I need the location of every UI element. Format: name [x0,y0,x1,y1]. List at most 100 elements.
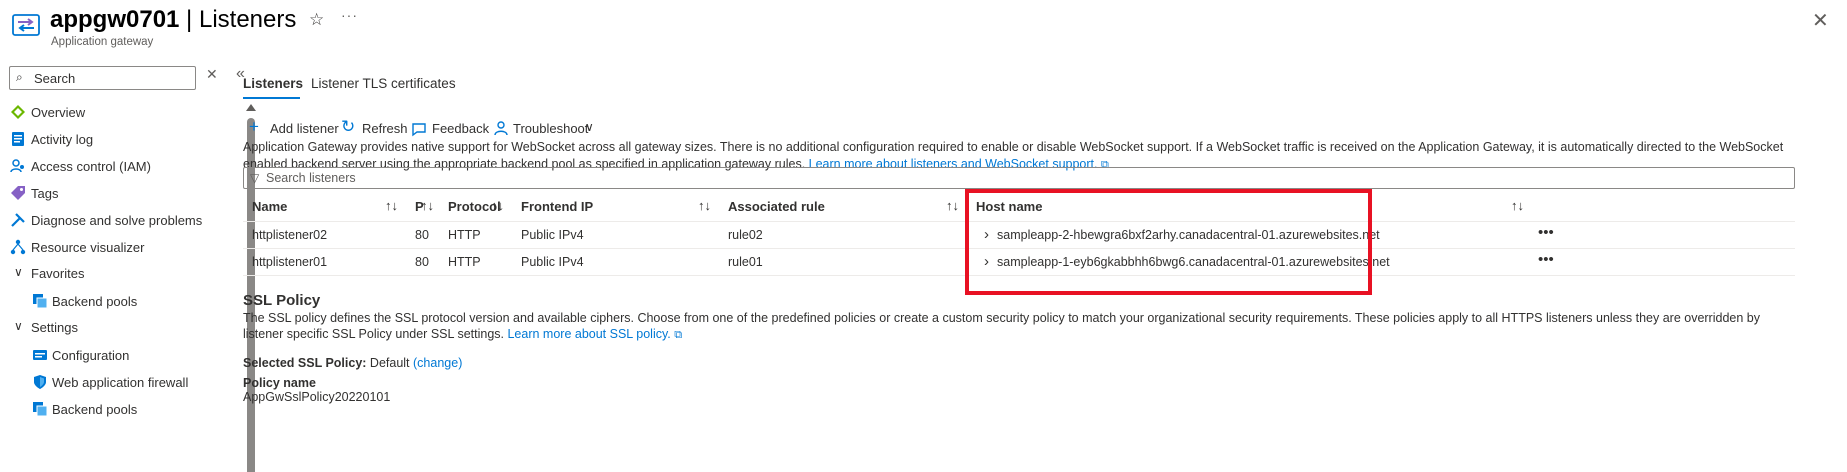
sort-icon[interactable]: ↑↓ [421,198,434,213]
tag-icon [11,186,25,200]
menu-item-access-control[interactable]: Access control (IAM) [0,152,240,180]
menu-item-diagnose[interactable]: Diagnose and solve problems [0,206,240,234]
highlight-box [965,189,1372,295]
external-link-icon: ⧉ [674,329,683,341]
resource-name: appgw0701 [50,6,180,33]
tab-listener-tls-certificates[interactable]: Listener TLS certificates [311,76,456,91]
resource-menu: ⌕ ✕ « Overview Activity log Access contr… [0,62,260,472]
cell-frontend-ip: Public IPv4 [521,255,584,269]
ssl-learn-more-link[interactable]: Learn more about SSL policy. [507,327,670,341]
blade-header: appgw0701 | Listeners Application gatewa… [0,0,1847,52]
menu-item-label: Configuration [52,348,130,363]
configuration-icon [33,350,47,360]
cell-name: httplistener02 [252,228,328,242]
column-header-name[interactable]: Name [252,199,287,214]
activity-log-icon [12,132,24,146]
menu-search[interactable]: ⌕ [9,66,196,90]
menu-item-backend-pools[interactable]: Backend pools [0,395,240,423]
feedback-icon [412,123,426,137]
troubleshoot-label: Troubleshoot [513,121,589,136]
search-icon: ⌕ [16,70,23,84]
add-listener-label: Add listener [270,121,339,136]
selected-ssl-policy-value: Default [369,356,410,370]
sort-icon[interactable]: ↑↓ [385,198,398,213]
backend-pool-icon [33,402,48,417]
refresh-icon: ↻ [341,117,356,136]
search-listeners-input[interactable] [266,170,866,186]
menu-item-tags[interactable]: Tags [0,179,240,207]
menu-item-overview[interactable]: Overview [0,98,240,126]
menu-group-label: Favorites [31,266,85,281]
add-icon: + [249,117,259,136]
clear-search-icon[interactable]: ✕ [206,66,218,83]
menu-item-label: Backend pools [52,294,138,309]
menu-item-configuration[interactable]: Configuration [0,341,240,369]
scroll-up-arrow[interactable] [246,104,256,111]
title-separator: | [179,6,199,33]
cell-protocol: HTTP [448,255,481,269]
iam-icon [10,159,24,173]
selected-ssl-policy-label: Selected SSL Policy: [243,356,367,370]
menu-item-backend-pools-favorite[interactable]: Backend pools [0,287,240,315]
selected-ssl-policy: Selected SSL Policy: Default (change) [243,356,462,370]
menu-item-label: Diagnose and solve problems [31,213,203,228]
sort-icon[interactable]: ↑↓ [946,198,959,213]
page-title: appgw0701 | Listeners [50,6,296,34]
chevron-down-icon: ∨ [14,265,23,279]
column-header-associated-rule[interactable]: Associated rule [728,199,825,214]
menu-item-waf[interactable]: Web application firewall [0,368,240,396]
resource-type: Application gateway [51,36,154,48]
change-ssl-policy-link[interactable]: (change) [413,356,462,370]
more-icon[interactable]: ··· [341,7,358,23]
ssl-policy-heading: SSL Policy [243,292,321,309]
active-tab-indicator [243,97,300,99]
wrench-icon [11,213,25,227]
overview-icon [11,105,25,119]
menu-group-label: Settings [31,320,78,335]
ssl-policy-description: The SSL policy defines the SSL protocol … [243,310,1793,343]
ssl-description-text: The SSL policy defines the SSL protocol … [243,311,1760,341]
close-icon[interactable]: ✕ [1812,8,1829,33]
feedback-label: Feedback [432,121,490,136]
sort-icon[interactable]: ↑↓ [491,198,504,213]
menu-item-label: Backend pools [52,402,138,417]
star-icon[interactable]: ☆ [309,10,324,30]
cell-port: 80 [415,255,429,269]
filter-icon: ▽ [250,171,260,185]
blade-title: Listeners [198,6,297,33]
sort-icon[interactable]: ↑↓ [1511,198,1524,213]
chevron-down-icon: ∨ [585,120,594,134]
visualizer-icon [10,239,26,255]
menu-item-label: Resource visualizer [31,240,145,255]
cell-protocol: HTTP [448,228,481,242]
shield-icon [34,375,46,389]
menu-group-favorites[interactable]: ∨ Favorites [0,259,240,287]
chevron-down-icon: ∨ [14,319,23,333]
menu-group-settings[interactable]: ∨ Settings [0,313,240,341]
menu-item-label: Tags [31,186,59,201]
column-header-frontend-ip[interactable]: Frontend IP [521,199,593,214]
menu-search-input[interactable] [34,69,189,87]
policy-name-value: AppGwSslPolicy20220101 [243,390,391,404]
cell-name: httplistener01 [252,255,328,269]
cell-associated-rule: rule02 [728,228,763,242]
menu-item-label: Web application firewall [52,375,189,390]
row-more-icon[interactable]: ••• [1538,251,1554,268]
application-gateway-icon [12,14,40,36]
search-listeners[interactable]: ▽ [243,167,1795,189]
cell-port: 80 [415,228,429,242]
backend-pool-icon [33,294,48,309]
sort-icon[interactable]: ↑↓ [698,198,711,213]
row-more-icon[interactable]: ••• [1538,224,1554,241]
refresh-label: Refresh [362,121,408,136]
menu-item-resource-visualizer[interactable]: Resource visualizer [0,233,240,261]
policy-name-label: Policy name [243,376,316,390]
troubleshoot-icon [494,121,508,136]
tab-listeners[interactable]: Listeners [243,76,303,91]
cell-associated-rule: rule01 [728,255,763,269]
menu-item-label: Access control (IAM) [31,159,151,174]
menu-item-label: Activity log [31,132,94,147]
menu-item-activity-log[interactable]: Activity log [0,125,240,153]
cell-frontend-ip: Public IPv4 [521,228,584,242]
menu-item-label: Overview [31,105,86,120]
